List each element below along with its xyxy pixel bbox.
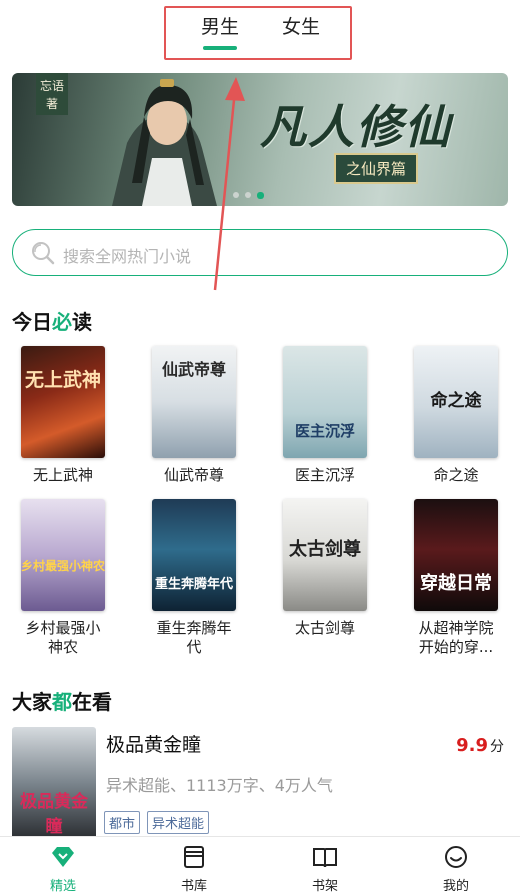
book-title: 命之途 [433,466,479,484]
nav-label: 书架 [311,879,338,894]
book-tag[interactable]: 都市 [104,811,141,834]
bottom-navigation: 精选 书库 书架 我的 [0,836,520,896]
section-title-today: 今日必读 [12,310,92,334]
banner-hero-illustration [112,79,217,206]
book-cover: 乡村最强小神农 [21,499,105,611]
search-icon [32,242,55,265]
gem-icon [52,847,74,867]
book-cover: 穿越日常 [414,499,498,611]
nav-item-library[interactable]: 书库 [154,845,234,894]
nav-item-featured[interactable]: 精选 [23,845,103,894]
book-card[interactable]: 无上武神 无上武神 [8,346,118,485]
book-cover: 仙武帝尊 [152,346,236,458]
featured-book-title[interactable]: 极品黄金瞳 [106,730,201,757]
search-placeholder: 搜索全网热门小说 [63,247,192,266]
pagination-dot [233,192,239,198]
smiley-icon [445,846,467,868]
featured-book-score: 9.9 分 [456,735,504,756]
top-tabs: 男生 女生 [0,0,520,64]
search-bar[interactable]: 搜索全网热门小说 [12,229,508,276]
section-title-popular: 大家都在看 [12,690,112,714]
book-cover: 重生奔腾年代 [152,499,236,611]
nav-label: 我的 [442,879,469,894]
library-icon [184,846,204,868]
book-title: 医主沉浮 [294,466,355,484]
promo-banner[interactable]: 忘语 著 凡人修仙 之仙界篇 [12,73,508,206]
book-tag[interactable]: 异术超能 [147,811,210,834]
banner-author-tag: 忘语 著 [36,73,68,115]
book-title: 乡村最强小 神农 [25,619,101,656]
nav-label: 精选 [49,879,76,894]
featured-book-meta: 异术超能、1113万字、4万人气 [106,776,333,795]
banner-pagination-dots [233,192,264,199]
annotation-highlight-box [164,6,352,60]
book-card[interactable]: 乡村最强小神农 乡村最强小 神农 [8,499,118,657]
nav-item-bookshelf[interactable]: 书架 [285,845,365,894]
book-card[interactable]: 穿越日常 从超神学院 开始的穿... [401,499,511,657]
bookshelf-icon [313,848,337,868]
nav-label: 书库 [180,879,207,894]
book-cover: 医主沉浮 [283,346,367,458]
book-cover: 太古剑尊 [283,499,367,611]
banner-title: 凡人修仙 [260,100,452,154]
nav-item-me[interactable]: 我的 [416,845,496,894]
book-card[interactable]: 医主沉浮 医主沉浮 [270,346,380,485]
banner-subtitle: 之仙界篇 [334,153,419,184]
book-title: 无上武神 [32,466,93,484]
pagination-dot-active [257,192,264,199]
book-title: 太古剑尊 [294,619,355,637]
book-card[interactable]: 太古剑尊 太古剑尊 [270,499,380,638]
pagination-dot [245,192,251,198]
book-cover: 命之途 [414,346,498,458]
book-title: 仙武帝尊 [163,466,224,484]
book-card[interactable]: 仙武帝尊 仙武帝尊 [139,346,249,485]
featured-book-cover[interactable]: 极品黄金瞳 [12,727,96,839]
book-card[interactable]: 命之途 命之途 [401,346,511,485]
book-title: 重生奔腾年 代 [156,619,232,656]
book-card[interactable]: 重生奔腾年代 重生奔腾年 代 [139,499,249,657]
book-title: 从超神学院 开始的穿... [418,619,494,656]
book-cover: 无上武神 [21,346,105,458]
